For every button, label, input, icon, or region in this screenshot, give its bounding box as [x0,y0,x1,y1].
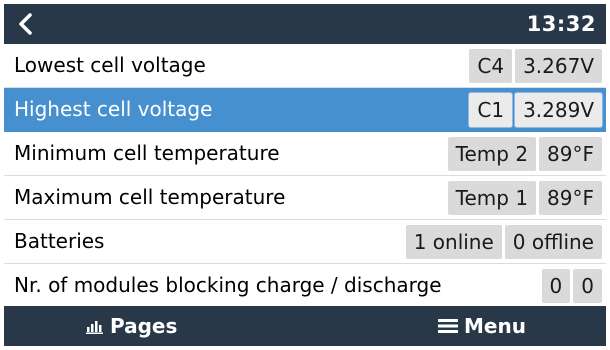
blocking-charge-count: 0 [541,269,571,303]
temperature-value: 89°F [539,181,602,215]
row-values: Temp 1 89°F [447,181,602,215]
row-values: C1 3.289V [469,93,602,127]
bar-chart-icon [86,321,103,334]
row-lowest-cell-voltage[interactable]: Lowest cell voltage C4 3.267V [4,44,606,88]
chevron-left-icon [19,13,32,35]
row-batteries[interactable]: Batteries 1 online 0 offline [4,220,606,264]
row-label: Highest cell voltage [14,97,213,121]
cell-id-badge: C1 [469,93,513,127]
menu-button[interactable]: Menu [438,306,526,346]
device-screen: 13:32 Lowest cell voltage C4 3.267V High… [0,0,610,350]
online-count: 1 online [405,225,502,259]
row-label: Maximum cell temperature [14,185,286,209]
row-label: Minimum cell temperature [14,141,280,165]
row-values: 1 online 0 offline [405,225,602,259]
voltage-value: 3.267V [515,49,602,83]
row-values: 0 0 [541,269,602,303]
pages-button[interactable]: Pages [86,306,177,346]
voltage-value: 3.289V [515,93,602,127]
row-values: Temp 2 89°F [447,137,602,171]
row-label: Nr. of modules blocking charge / dischar… [14,273,442,297]
temperature-value: 89°F [539,137,602,171]
sensor-badge: Temp 1 [447,181,537,215]
sensor-badge: Temp 2 [447,137,537,171]
hamburger-menu-icon [438,319,458,333]
top-bar: 13:32 [4,4,606,44]
settings-list: Lowest cell voltage C4 3.267V Highest ce… [4,44,606,308]
menu-label: Menu [464,314,526,338]
row-highest-cell-voltage[interactable]: Highest cell voltage C1 3.289V [4,88,606,132]
offline-count: 0 offline [504,225,602,259]
row-label: Lowest cell voltage [14,53,206,77]
bottom-bar: Pages Menu [4,306,606,346]
cell-id-badge: C4 [469,49,513,83]
back-button[interactable] [10,8,42,40]
pages-label: Pages [110,314,178,338]
clock: 13:32 [526,12,596,36]
row-minimum-cell-temperature[interactable]: Minimum cell temperature Temp 2 89°F [4,132,606,176]
blocking-discharge-count: 0 [573,269,602,303]
row-values: C4 3.267V [469,49,602,83]
row-maximum-cell-temperature[interactable]: Maximum cell temperature Temp 1 89°F [4,176,606,220]
row-modules-blocking[interactable]: Nr. of modules blocking charge / dischar… [4,264,606,308]
row-label: Batteries [14,229,105,253]
